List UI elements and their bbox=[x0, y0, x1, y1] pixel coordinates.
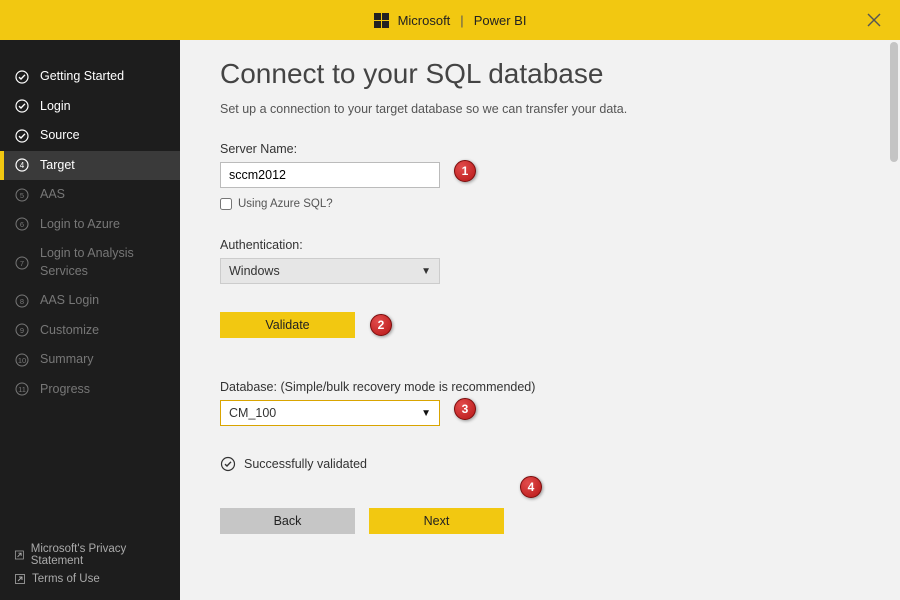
svg-text:11: 11 bbox=[18, 385, 26, 394]
check-circle-icon bbox=[14, 69, 30, 85]
step-number-icon: 9 bbox=[14, 322, 30, 338]
svg-text:8: 8 bbox=[20, 297, 24, 306]
validation-status-text: Successfully validated bbox=[244, 457, 367, 471]
close-icon bbox=[867, 13, 881, 27]
terms-link[interactable]: Terms of Use bbox=[14, 570, 166, 588]
svg-text:5: 5 bbox=[20, 191, 24, 200]
database-label: Database: (Simple/bulk recovery mode is … bbox=[220, 380, 860, 394]
sidebar-step-label: Progress bbox=[40, 381, 90, 399]
sidebar-step-label: Getting Started bbox=[40, 68, 124, 86]
next-button[interactable]: Next bbox=[369, 508, 504, 534]
authentication-select[interactable]: Windows ▼ bbox=[220, 258, 440, 284]
validate-button[interactable]: Validate bbox=[220, 312, 355, 338]
step-number-icon: 10 bbox=[14, 352, 30, 368]
brand-product-label: Power BI bbox=[474, 13, 527, 28]
scrollbar-thumb[interactable] bbox=[890, 42, 898, 162]
svg-text:6: 6 bbox=[20, 220, 24, 229]
brand-divider: | bbox=[460, 13, 463, 28]
azure-sql-checkbox[interactable] bbox=[220, 198, 232, 210]
step-number-icon: 7 bbox=[14, 255, 30, 271]
chevron-down-icon: ▼ bbox=[421, 408, 431, 419]
azure-sql-checkbox-row: Using Azure SQL? bbox=[220, 198, 860, 210]
sidebar-step-label: Customize bbox=[40, 322, 99, 340]
check-circle-icon bbox=[14, 98, 30, 114]
callout-badge-2: 2 bbox=[370, 314, 392, 336]
sidebar-step-login-to-azure[interactable]: 6 Login to Azure bbox=[0, 210, 180, 240]
chevron-down-icon: ▼ bbox=[421, 266, 431, 277]
step-number-icon: 11 bbox=[14, 381, 30, 397]
sidebar: Getting Started Login Source 4 Target 5 AAS 6 Lo… bbox=[0, 40, 180, 600]
privacy-link-label: Microsoft's Privacy Statement bbox=[31, 543, 166, 567]
validate-row: Validate 2 bbox=[220, 312, 860, 338]
main-content: Connect to your SQL database Set up a co… bbox=[180, 40, 900, 600]
check-circle-icon bbox=[220, 456, 236, 472]
close-button[interactable] bbox=[862, 8, 886, 32]
server-name-input[interactable] bbox=[220, 162, 440, 188]
sidebar-step-label: Summary bbox=[40, 351, 93, 369]
database-row: Database: (Simple/bulk recovery mode is … bbox=[220, 380, 860, 426]
svg-text:10: 10 bbox=[18, 356, 26, 365]
sidebar-step-summary[interactable]: 10 Summary bbox=[0, 345, 180, 375]
sidebar-step-label: Source bbox=[40, 127, 80, 145]
svg-text:7: 7 bbox=[20, 259, 24, 268]
database-select[interactable]: CM_100 ▼ bbox=[220, 400, 440, 426]
sidebar-step-progress[interactable]: 11 Progress bbox=[0, 375, 180, 405]
back-button[interactable]: Back bbox=[220, 508, 355, 534]
sidebar-step-customize[interactable]: 9 Customize bbox=[0, 316, 180, 346]
sidebar-step-login[interactable]: Login bbox=[0, 92, 180, 122]
callout-badge-1: 1 bbox=[454, 160, 476, 182]
authentication-value: Windows bbox=[229, 264, 280, 278]
validation-status: Successfully validated bbox=[220, 456, 860, 472]
sidebar-step-label: Login to Analysis Services bbox=[40, 245, 166, 280]
sidebar-footer: Microsoft's Privacy Statement Terms of U… bbox=[0, 530, 180, 600]
azure-sql-checkbox-label: Using Azure SQL? bbox=[238, 198, 333, 210]
step-number-icon: 8 bbox=[14, 293, 30, 309]
svg-text:4: 4 bbox=[20, 161, 25, 170]
sidebar-step-aas[interactable]: 5 AAS bbox=[0, 180, 180, 210]
nav-buttons-row: Back Next 4 bbox=[220, 508, 860, 534]
sidebar-step-label: AAS Login bbox=[40, 292, 99, 310]
page-title: Connect to your SQL database bbox=[220, 58, 860, 90]
server-name-label: Server Name: bbox=[220, 142, 860, 156]
database-value: CM_100 bbox=[229, 406, 276, 420]
sidebar-step-login-to-analysis-services[interactable]: 7 Login to Analysis Services bbox=[0, 239, 180, 286]
link-icon bbox=[14, 549, 25, 561]
sidebar-step-source[interactable]: Source bbox=[0, 121, 180, 151]
top-bar: Microsoft | Power BI bbox=[0, 0, 900, 40]
step-number-icon: 4 bbox=[14, 157, 30, 173]
callout-badge-3: 3 bbox=[454, 398, 476, 420]
authentication-row: Authentication: Windows ▼ bbox=[220, 238, 860, 284]
microsoft-logo-icon bbox=[374, 12, 390, 28]
terms-link-label: Terms of Use bbox=[32, 573, 100, 585]
sidebar-step-aas-login[interactable]: 8 AAS Login bbox=[0, 286, 180, 316]
page-subtitle: Set up a connection to your target datab… bbox=[220, 102, 860, 116]
check-circle-icon bbox=[14, 128, 30, 144]
step-number-icon: 6 bbox=[14, 216, 30, 232]
sidebar-step-label: Login to Azure bbox=[40, 216, 120, 234]
sidebar-step-label: AAS bbox=[40, 186, 65, 204]
brand-ms-label: Microsoft bbox=[398, 13, 451, 28]
sidebar-step-target[interactable]: 4 Target bbox=[0, 151, 180, 181]
authentication-label: Authentication: bbox=[220, 238, 860, 252]
main-scroll-region[interactable]: Connect to your SQL database Set up a co… bbox=[180, 40, 900, 600]
sidebar-step-label: Login bbox=[40, 98, 71, 116]
privacy-link[interactable]: Microsoft's Privacy Statement bbox=[14, 540, 166, 570]
link-icon bbox=[14, 573, 26, 585]
server-name-row: Server Name: 1 Using Azure SQL? bbox=[220, 142, 860, 210]
svg-text:9: 9 bbox=[20, 326, 24, 335]
step-number-icon: 5 bbox=[14, 187, 30, 203]
sidebar-step-getting-started[interactable]: Getting Started bbox=[0, 62, 180, 92]
steps-list: Getting Started Login Source 4 Target 5 AAS 6 Lo… bbox=[0, 40, 180, 530]
brand-area: Microsoft | Power BI bbox=[374, 12, 527, 28]
sidebar-step-label: Target bbox=[40, 157, 75, 175]
callout-badge-4: 4 bbox=[520, 476, 542, 498]
